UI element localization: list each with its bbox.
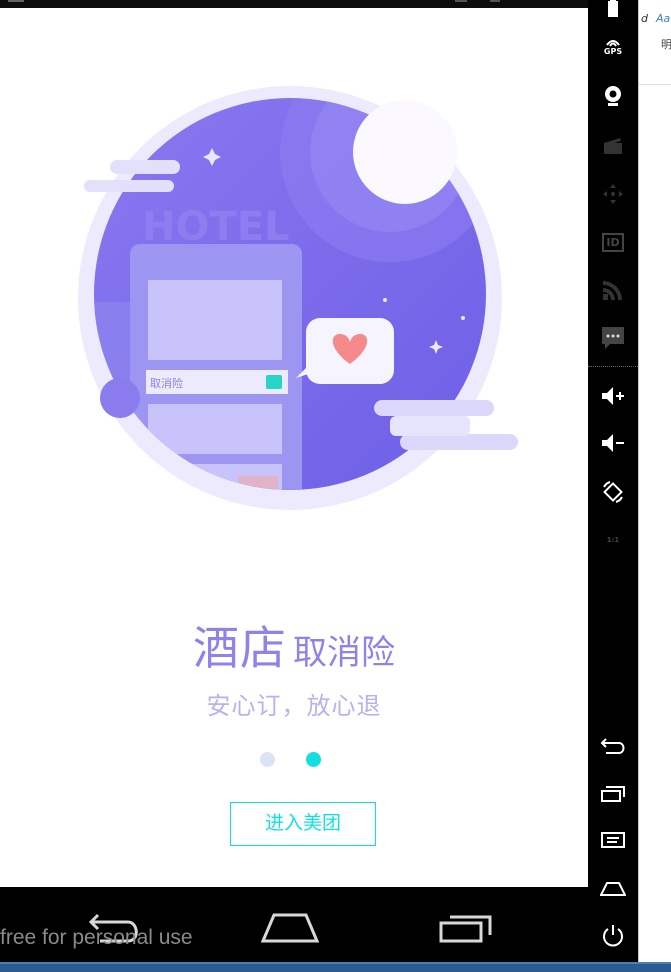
status-bar-mark: [490, 0, 500, 2]
hotel-sign-text: HOTEL: [142, 204, 290, 250]
sms-icon[interactable]: [588, 318, 638, 358]
feature-title-sub: 取消险: [293, 633, 395, 673]
enter-meituan-button[interactable]: 进入美团: [230, 802, 376, 846]
device-screen: HOTEL 取消险 酒店 取消险 安心订，放心退 进入美团: [0, 0, 588, 887]
recent-apps-icon[interactable]: [588, 774, 638, 814]
back-icon[interactable]: [588, 726, 638, 766]
rotate-icon[interactable]: [588, 472, 638, 512]
hotel-sign: HOTEL: [142, 204, 290, 250]
volume-up-icon[interactable]: [588, 376, 638, 416]
menu-icon[interactable]: [588, 820, 638, 860]
recent-apps-icon[interactable]: [438, 913, 494, 943]
media-icon[interactable]: [588, 126, 638, 166]
background-window: d Aa 明: [638, 0, 671, 962]
id-label: ID: [602, 232, 624, 252]
background-text-ming: 明: [661, 38, 671, 51]
panel-divider: [588, 366, 638, 367]
feature-subtitle: 安心订，放心退: [206, 692, 382, 720]
volume-down-icon[interactable]: [588, 423, 638, 463]
feature-title: 酒店 取消险: [0, 612, 588, 678]
gps-label: GPS: [603, 46, 623, 56]
card-toggle: [266, 375, 282, 389]
scale-label: 1:1: [606, 536, 620, 544]
speech-bubble: [296, 318, 394, 384]
battery-icon[interactable]: [588, 0, 638, 28]
network-icon[interactable]: [588, 270, 638, 310]
card-label: 取消险: [150, 376, 183, 390]
home-icon[interactable]: [260, 911, 320, 943]
home-icon[interactable]: [588, 868, 638, 908]
status-bar: [0, 0, 588, 8]
status-bar-mark: [8, 0, 24, 2]
gps-icon[interactable]: GPS: [588, 26, 638, 66]
feature-title-main: 酒店: [193, 621, 287, 675]
camera-icon[interactable]: [588, 76, 638, 116]
watermark-text: free for personal use: [0, 926, 193, 949]
hotel-illustration: HOTEL 取消险: [78, 86, 518, 510]
dpad-icon[interactable]: [588, 174, 638, 214]
moon: [353, 100, 457, 204]
page-indicator: [260, 752, 340, 768]
page-dot-2-active[interactable]: [306, 752, 321, 767]
android-nav-bar: [0, 887, 588, 962]
bush: [100, 378, 140, 418]
scale-icon[interactable]: 1:1: [588, 520, 638, 560]
page-dot-1[interactable]: [260, 752, 275, 767]
id-icon[interactable]: ID: [588, 222, 638, 262]
power-icon[interactable]: [588, 916, 638, 956]
status-bar-mark: [455, 0, 467, 2]
os-taskbar: [0, 962, 671, 972]
emulator-control-panel: GPS ID 1:1: [588, 0, 638, 962]
background-text-aa: Aa: [656, 12, 671, 25]
